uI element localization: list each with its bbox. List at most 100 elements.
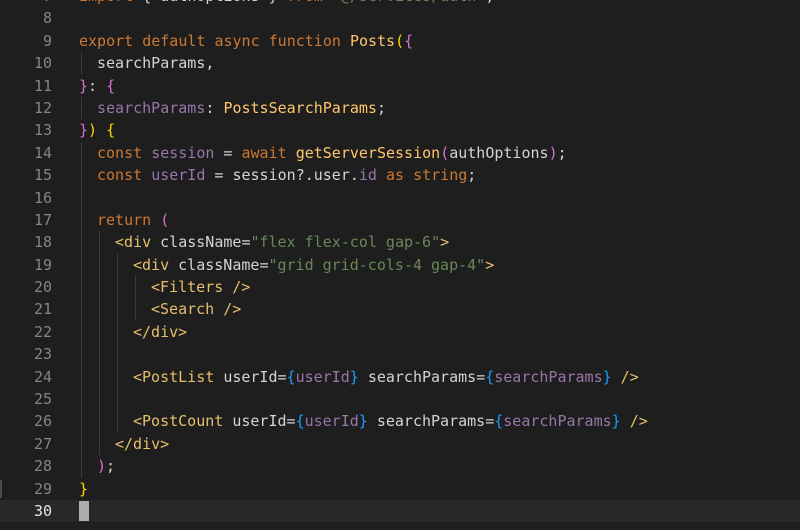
code-line[interactable]: 16 <box>0 186 800 209</box>
code-token: PostsSearchParams <box>223 98 377 117</box>
code-line[interactable]: 29} <box>0 478 800 500</box>
code-token: } <box>349 367 359 386</box>
line-content[interactable]: </div> <box>115 433 169 455</box>
text-cursor <box>79 501 89 522</box>
line-number: 20 <box>33 278 52 297</box>
code-token: "@/services/auth" <box>332 0 486 5</box>
code-line[interactable]: 20 <Filters /> <box>0 276 800 299</box>
code-line[interactable]: 17 return ( <box>0 208 800 232</box>
indent-guide <box>81 320 82 344</box>
code-line[interactable]: 21 <Search /> <box>0 298 800 321</box>
line-content[interactable]: export default async function Posts({ <box>79 30 413 52</box>
code-token: searchParams <box>503 412 612 431</box>
indent-guide <box>81 388 82 411</box>
code-token: default <box>142 31 206 50</box>
code-line[interactable]: 8 <box>0 7 800 29</box>
indent-guide <box>135 276 136 299</box>
indent-guide <box>99 365 100 389</box>
indent-guide <box>81 276 82 299</box>
code-line[interactable]: 11}: { <box>0 75 800 97</box>
code-token: ) <box>548 143 558 162</box>
code-line[interactable]: 24 <PostList userId={userId} searchParams… <box>0 365 800 389</box>
code-token: searchParams <box>494 367 603 386</box>
line-content[interactable]: const session = await getServerSession(a… <box>97 142 567 164</box>
line-content[interactable]: }: { <box>79 75 115 97</box>
code-line[interactable]: 10 searchParams, <box>0 52 800 75</box>
code-line[interactable]: 18 <div className="flex flex-col gap-6"> <box>0 231 800 254</box>
code-line[interactable]: 23 <box>0 343 800 366</box>
code-line[interactable]: 30 <box>0 499 800 523</box>
code-line[interactable]: 28); <box>0 455 800 478</box>
line-content[interactable]: searchParams: PostsSearchParams; <box>97 97 386 119</box>
indent-guide <box>81 164 82 187</box>
code-token: session <box>232 166 296 185</box>
code-line[interactable]: 7 import { authOptions } from "@/services… <box>0 0 800 7</box>
code-token: ; <box>376 98 386 117</box>
line-content[interactable]: <div className="flex flex-col gap-6"> <box>115 231 449 253</box>
line-number: 28 <box>33 457 52 476</box>
line-number: 9 <box>42 31 52 50</box>
line-content[interactable]: } <box>79 478 88 500</box>
code-token: } <box>260 0 287 5</box>
code-line[interactable]: 25 <box>0 388 800 411</box>
code-token: = <box>214 143 242 162</box>
code-token: async <box>214 31 260 50</box>
code-token: /> <box>620 412 648 431</box>
code-line[interactable]: 14 const session = await getServerSession… <box>0 141 800 165</box>
line-content[interactable]: </div> <box>133 321 187 343</box>
code-line[interactable]: 9 export default async function Posts({ <box>0 30 800 52</box>
line-number: 13 <box>33 121 52 140</box>
code-line[interactable]: 19 <div className="grid grid-cols-4 gap-4… <box>0 253 800 277</box>
code-line[interactable]: 26 <PostCount userId={userId} searchParam… <box>0 410 800 433</box>
line-content[interactable]: const userId = session?.user.id as strin… <box>97 164 476 186</box>
code-line[interactable]: 13 }) { <box>0 119 800 141</box>
line-content[interactable]: import { authOptions } from "@/services/… <box>79 0 494 7</box>
code-token: ) <box>97 457 107 476</box>
code-token: = <box>286 412 296 431</box>
code-token: userId <box>223 367 278 386</box>
code-lines[interactable]: 7 import { authOptions } from "@/services… <box>0 0 800 523</box>
line-content[interactable]: searchParams, <box>97 52 214 74</box>
code-token: searchParams <box>376 412 486 431</box>
code-token: session <box>151 143 215 162</box>
code-line[interactable]: 27 </div> <box>0 432 800 456</box>
line-content[interactable] <box>79 500 89 522</box>
line-content[interactable]: return ( <box>97 209 169 231</box>
code-token: , <box>205 54 215 73</box>
line-content[interactable]: <Search /> <box>151 298 241 320</box>
line-content[interactable]: <PostList userId={userId} searchParams={… <box>133 366 639 388</box>
indent-guide <box>99 320 100 344</box>
code-token: userId <box>232 412 287 431</box>
indent-guide <box>81 410 82 433</box>
code-token: await <box>241 143 287 162</box>
line-number: 29 <box>33 479 52 498</box>
indent-guide <box>81 365 82 389</box>
line-content[interactable]: <Filters /> <box>151 276 250 298</box>
code-token: { <box>106 76 116 95</box>
line-number: 10 <box>33 54 52 73</box>
code-token: ( <box>160 210 170 229</box>
code-line[interactable]: 22 </div> <box>0 320 800 344</box>
line-content[interactable]: <PostCount userId={userId} searchParams=… <box>133 410 648 432</box>
code-token: . <box>349 166 359 185</box>
code-token: ( <box>395 31 405 50</box>
line-content[interactable]: <div className="grid grid-cols-4 gap-4"> <box>133 254 494 276</box>
line-content[interactable]: }) { <box>79 119 115 141</box>
line-number: 22 <box>33 322 52 341</box>
code-line[interactable]: 15 const userId = session?.user.id as str… <box>0 164 800 187</box>
indent-guide <box>81 455 82 478</box>
code-token: { <box>106 121 116 140</box>
line-content[interactable]: ); <box>97 455 115 477</box>
code-token: authOptions <box>449 143 549 162</box>
indent-guide <box>81 343 82 366</box>
code-editor[interactable]: 7 import { authOptions } from "@/services… <box>0 0 800 530</box>
code-line[interactable]: 12 searchParams: PostsSearchParams; <box>0 96 800 120</box>
